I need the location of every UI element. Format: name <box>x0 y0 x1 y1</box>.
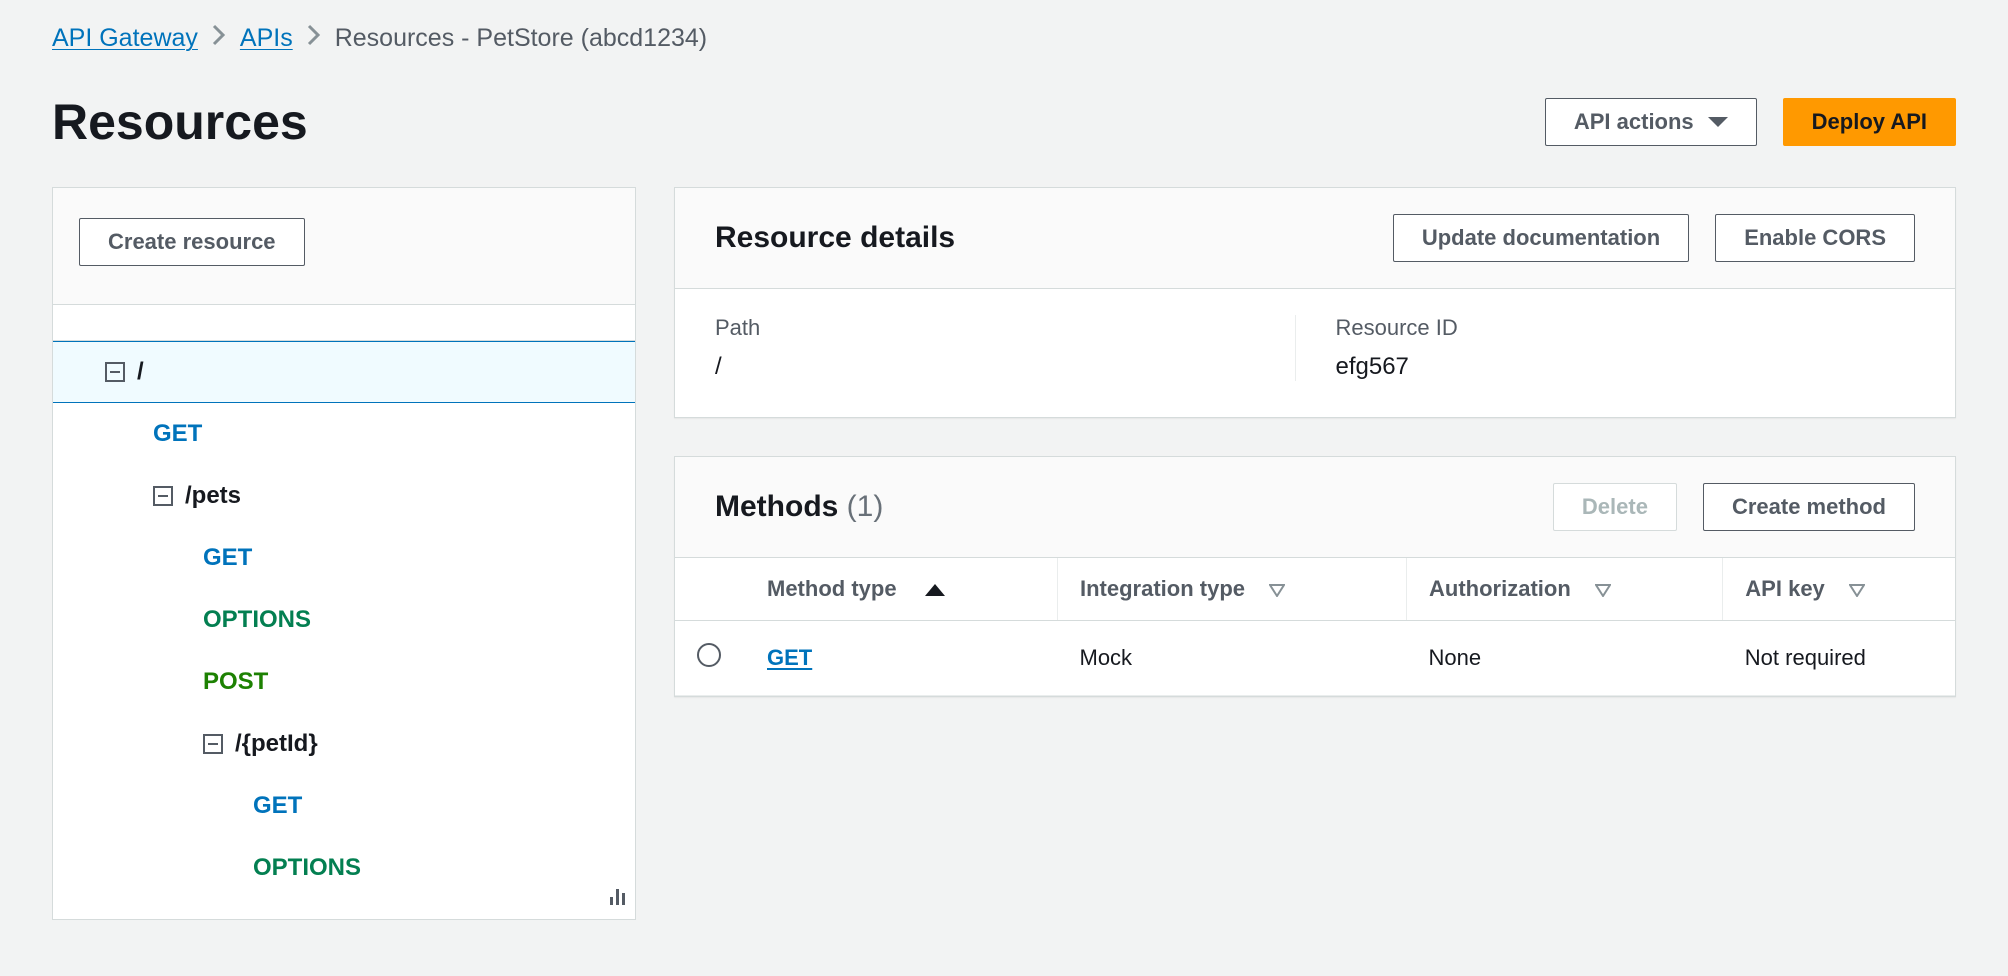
page-title: Resources <box>52 93 308 151</box>
column-api-key[interactable]: API key <box>1723 558 1955 621</box>
table-row[interactable]: GET Mock None Not required <box>675 621 1955 696</box>
column-label: Method type <box>767 576 897 601</box>
resources-sidebar: Create resource / GET /pets GET OPTIONS … <box>52 187 636 920</box>
tree-node-label: /pets <box>185 482 241 510</box>
sort-icon <box>1269 583 1283 597</box>
tree-node-label: / <box>137 358 144 386</box>
integration-cell: Mock <box>1058 621 1407 696</box>
column-label: Authorization <box>1429 576 1571 601</box>
tree-node-petid[interactable]: /{petId} <box>53 713 635 775</box>
update-documentation-button[interactable]: Update documentation <box>1393 214 1689 262</box>
breadcrumb: API Gateway APIs Resources - PetStore (a… <box>52 0 1956 63</box>
methods-count: (1) <box>847 490 884 523</box>
tree-method-post[interactable]: POST <box>53 651 635 713</box>
deploy-api-button[interactable]: Deploy API <box>1783 98 1956 146</box>
api-key-cell: Not required <box>1723 621 1955 696</box>
sidebar-divider <box>53 305 635 341</box>
methods-title: Methods (1) <box>715 490 883 524</box>
resource-id-label: Resource ID <box>1336 315 1876 341</box>
api-actions-label: API actions <box>1574 111 1694 133</box>
breadcrumb-current: Resources - PetStore (abcd1234) <box>335 24 707 53</box>
row-radio[interactable] <box>697 643 721 667</box>
tree-method-get[interactable]: GET <box>53 775 635 837</box>
column-label: API key <box>1745 576 1825 601</box>
tree-node-label: /{petId} <box>235 730 318 758</box>
enable-cors-button[interactable]: Enable CORS <box>1715 214 1915 262</box>
tree-method-get[interactable]: GET <box>53 403 635 465</box>
authorization-cell: None <box>1407 621 1723 696</box>
tree-node-pets[interactable]: /pets <box>53 465 635 527</box>
create-resource-button[interactable]: Create resource <box>79 218 305 266</box>
column-select <box>675 558 745 621</box>
path-value: / <box>715 353 1255 381</box>
caret-down-icon <box>1708 117 1728 127</box>
sort-icon <box>1595 583 1609 597</box>
collapse-icon[interactable] <box>203 734 223 754</box>
column-label: Integration type <box>1080 576 1245 601</box>
resource-tree: / GET /pets GET OPTIONS POST /{petId} GE… <box>53 341 635 919</box>
chevron-right-icon <box>212 24 226 53</box>
tree-method-options[interactable]: OPTIONS <box>53 589 635 651</box>
column-authorization[interactable]: Authorization <box>1407 558 1723 621</box>
resource-details-panel: Resource details Update documentation En… <box>674 187 1956 418</box>
tree-method-get[interactable]: GET <box>53 527 635 589</box>
column-method-type[interactable]: Method type <box>745 558 1058 621</box>
breadcrumb-api-gateway[interactable]: API Gateway <box>52 24 198 53</box>
methods-panel: Methods (1) Delete Create method Method … <box>674 456 1956 697</box>
api-actions-button[interactable]: API actions <box>1545 98 1757 146</box>
tree-node-root[interactable]: / <box>53 341 635 403</box>
collapse-icon[interactable] <box>153 486 173 506</box>
sort-icon <box>1849 583 1863 597</box>
page-header: Resources API actions Deploy API <box>52 63 1956 187</box>
path-label: Path <box>715 315 1255 341</box>
delete-method-button: Delete <box>1553 483 1677 531</box>
resize-handle-icon[interactable] <box>610 885 625 905</box>
resource-id-value: efg567 <box>1336 353 1876 381</box>
sort-asc-icon <box>925 584 945 596</box>
resource-details-title: Resource details <box>715 221 955 255</box>
methods-table: Method type Integration type Authorizati… <box>675 558 1955 696</box>
breadcrumb-apis[interactable]: APIs <box>240 24 293 53</box>
tree-method-options[interactable]: OPTIONS <box>53 837 635 899</box>
collapse-icon[interactable] <box>105 362 125 382</box>
methods-title-text: Methods <box>715 490 838 523</box>
create-method-button[interactable]: Create method <box>1703 483 1915 531</box>
column-integration-type[interactable]: Integration type <box>1058 558 1407 621</box>
method-link[interactable]: GET <box>767 645 812 670</box>
chevron-right-icon <box>307 24 321 53</box>
